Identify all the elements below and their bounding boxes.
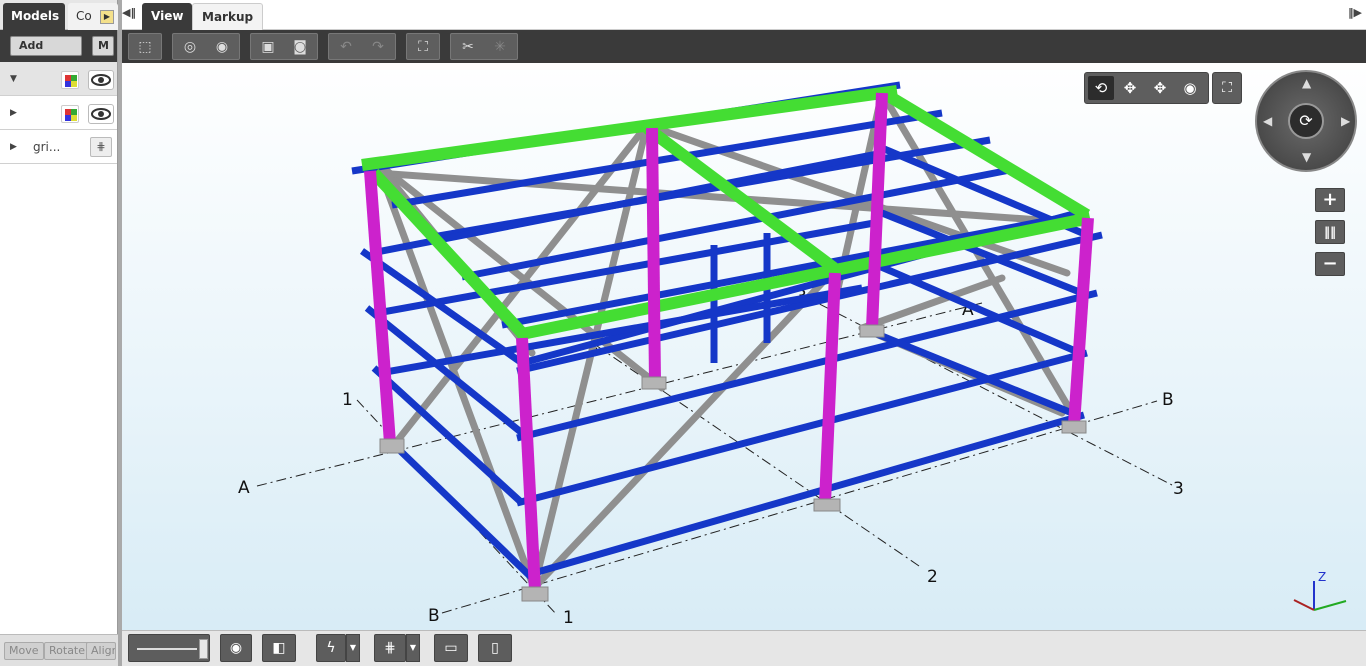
select-box-icon[interactable]: ⬚ — [132, 37, 158, 57]
axis-triad-icon: Z — [1293, 570, 1347, 611]
clip-remove-icon[interactable]: ✳ — [487, 37, 513, 57]
collapse-left-icon[interactable]: ◀‖ — [122, 6, 136, 19]
tab-view[interactable]: View — [142, 3, 193, 30]
models-panel: Models Co ▶ Add File(s) M ▼ ▶ — [0, 0, 118, 666]
walk-icon[interactable]: ✥ — [1147, 76, 1173, 100]
visibility-eye-icon[interactable] — [88, 70, 114, 90]
zoom-out-button[interactable]: − — [1315, 252, 1345, 276]
left-bottom-bar: Move Rotate Align — [0, 634, 118, 666]
rotate-button[interactable]: Rotate — [44, 642, 91, 660]
fullscreen-icon[interactable]: ⛶ — [1212, 72, 1242, 104]
fit-icon[interactable]: ⛶ — [410, 37, 436, 57]
tab-models[interactable]: Models — [3, 3, 65, 30]
zoom-control: + ‖‖ − — [1315, 188, 1345, 276]
orbit-right-icon[interactable]: ▶ — [1341, 114, 1350, 128]
navigation-toolbar: ⟲ ✥ ✥ ◉ — [1084, 72, 1209, 104]
expand-right-icon[interactable]: ▶ — [10, 142, 17, 152]
tree-row[interactable]: ▶ — [0, 96, 117, 130]
orbit-left-icon[interactable]: ◀ — [1263, 114, 1272, 128]
color-icon[interactable] — [61, 71, 79, 89]
grid-label-2-front: 2 — [927, 567, 938, 587]
orbit-wheel[interactable]: ▲ ▼ ◀ ▶ ⟳ — [1255, 70, 1357, 172]
more-button[interactable]: M — [92, 36, 114, 56]
expand-right-icon[interactable]: ▶ — [10, 108, 17, 118]
3d-viewport[interactable]: A A B B 1 1 2 2 3 3 — [122, 63, 1366, 630]
bottom-toolbar: ◉ ◧ ϟ ▼ ⋕ ▼ ▭ ▯ — [122, 630, 1366, 666]
view-slider[interactable] — [128, 634, 210, 662]
tree-item-label: gri... — [33, 140, 61, 154]
grid-label-b-right: B — [1162, 390, 1174, 410]
look-icon[interactable]: ◉ — [1177, 76, 1203, 100]
camera-icon[interactable]: ◙ — [287, 37, 313, 57]
structure-model: A A B B 1 1 2 2 3 3 — [238, 81, 1347, 628]
align-button[interactable]: Align — [86, 642, 116, 660]
top-tabs: ◀‖ View Markup ‖▶ — [122, 0, 1366, 30]
grid-label-a-left: A — [238, 478, 250, 498]
snapshot-icon[interactable]: ▣ — [255, 37, 281, 57]
lightning-dropdown-icon[interactable]: ▼ — [346, 634, 360, 662]
tab-scroll-right-icon[interactable]: ▶ — [100, 10, 114, 24]
expand-down-icon[interactable]: ▼ — [10, 74, 17, 84]
orbit-down-icon[interactable]: ▼ — [1302, 150, 1311, 164]
lightning-icon[interactable]: ϟ — [316, 634, 346, 662]
collapse-right-icon[interactable]: ‖▶ — [1348, 6, 1362, 19]
left-toolbar: Add File(s) M — [0, 30, 117, 62]
orbit-icon[interactable]: ⟲ — [1088, 76, 1114, 100]
grid-label-b-front: B — [428, 606, 440, 626]
hide-icon[interactable]: ◎ — [177, 37, 203, 57]
left-tabs: Models Co ▶ — [0, 0, 118, 30]
visibility-eye-icon[interactable] — [88, 104, 114, 124]
grid-label-1-front: 1 — [563, 608, 574, 628]
app-window: Models Co ▶ Add File(s) M ▼ ▶ — [0, 0, 1366, 666]
slider-knob[interactable] — [199, 639, 208, 659]
grid-icon[interactable]: ⋕ — [374, 634, 406, 662]
axis-z-label: Z — [1318, 570, 1326, 584]
clip-icon[interactable]: ✂ — [455, 37, 481, 57]
grid-label-3-right: 3 — [1173, 479, 1184, 499]
tree-row[interactable]: ▶ gri... ⋕ — [0, 130, 117, 164]
redo-icon[interactable]: ↷ — [365, 37, 391, 57]
show-icon[interactable]: ◉ — [209, 37, 235, 57]
tree-row[interactable]: ▼ — [0, 62, 117, 96]
zoom-slider[interactable]: ‖‖ — [1315, 220, 1345, 244]
comment-icon[interactable]: ▭ — [434, 634, 468, 662]
tab-markup[interactable]: Markup — [192, 3, 264, 30]
zoom-in-button[interactable]: + — [1315, 188, 1345, 212]
color-icon[interactable] — [61, 105, 79, 123]
add-files-button[interactable]: Add File(s) — [10, 36, 82, 56]
visibility-icon[interactable]: ◉ — [220, 634, 252, 662]
document-icon[interactable]: ▯ — [478, 634, 512, 662]
orbit-up-icon[interactable]: ▲ — [1302, 76, 1311, 90]
pan-icon[interactable]: ✥ — [1117, 76, 1143, 100]
undo-icon[interactable]: ↶ — [333, 37, 359, 57]
grid-icon[interactable]: ⋕ — [90, 137, 112, 157]
grid-label-1-back: 1 — [342, 390, 353, 410]
move-button[interactable]: Move — [4, 642, 44, 660]
grid-dropdown-icon[interactable]: ▼ — [406, 634, 420, 662]
main-area: ◀‖ View Markup ‖▶ ⬚ ◎ ◉ ▣ ◙ ↶ ↷ ⛶ ✂ ✳ A … — [122, 0, 1366, 666]
view-toolbar: ⬚ ◎ ◉ ▣ ◙ ↶ ↷ ⛶ ✂ ✳ — [122, 30, 1366, 63]
box-icon[interactable]: ◧ — [262, 634, 296, 662]
orbit-center-icon[interactable]: ⟳ — [1288, 103, 1324, 139]
